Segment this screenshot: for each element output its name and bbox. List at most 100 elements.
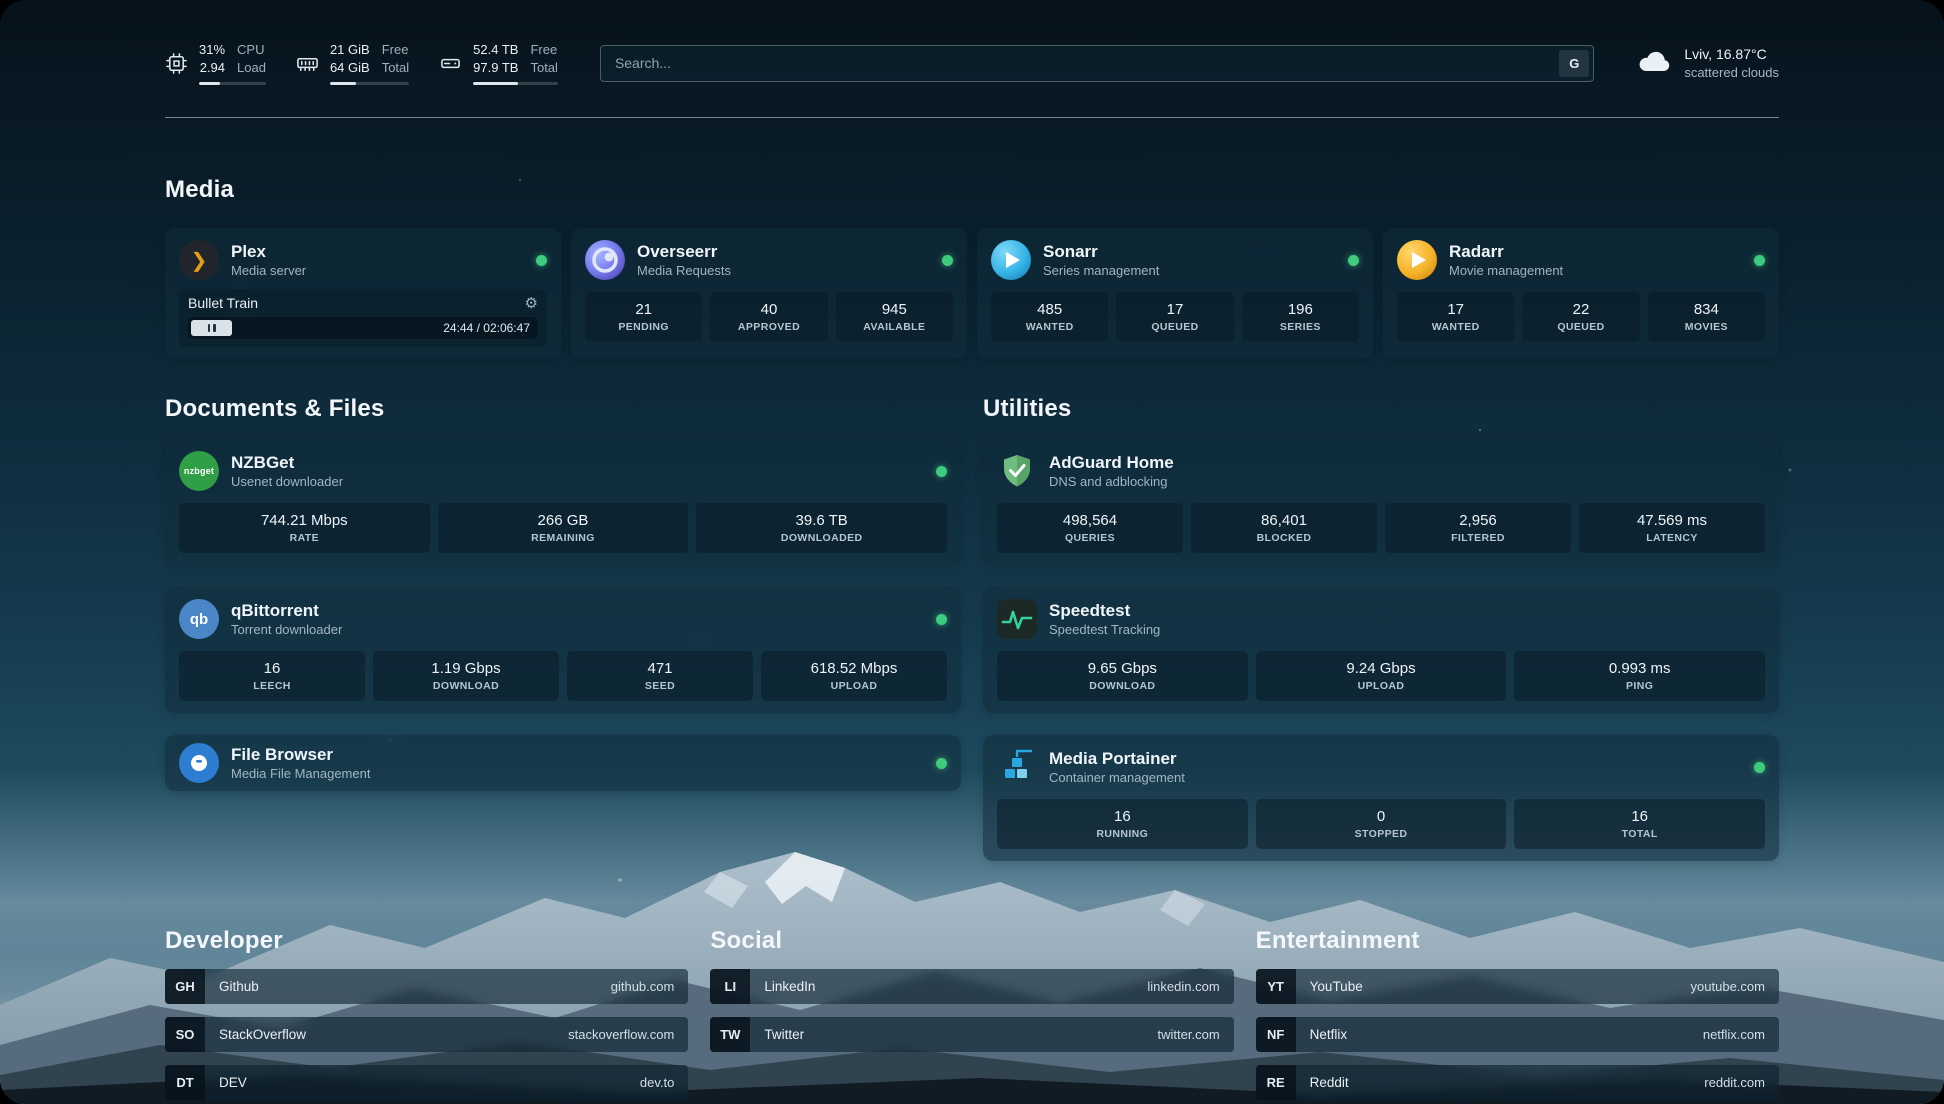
app-card-portainer[interactable]: Media Portainer Container management 16 …	[983, 735, 1779, 861]
stat-label: DOWNLOADED	[700, 532, 943, 544]
stat-value: 1.19 Gbps	[377, 660, 555, 677]
stat-label: MOVIES	[1652, 321, 1761, 333]
nzbget-icon: nzbget	[179, 451, 219, 491]
cpu-load-label: Load	[237, 59, 266, 77]
stat-filtered: 2,956 FILTERED	[1385, 503, 1571, 553]
stat-label: DOWNLOAD	[377, 680, 555, 692]
cpu-progress-bar	[199, 82, 266, 85]
stat-label: RUNNING	[1001, 828, 1244, 840]
app-card-speedtest[interactable]: Speedtest Speedtest Tracking 9.65 Gbps D…	[983, 587, 1779, 713]
utilities-section-title: Utilities	[983, 395, 1779, 423]
social-section-title: Social	[710, 927, 1233, 955]
playback-time: 24:44 / 02:06:47	[443, 321, 530, 335]
bookmark-url: github.com	[611, 979, 689, 994]
youtube-badge-icon: YT	[1256, 969, 1296, 1004]
stat-movies: 834 MOVIES	[1648, 292, 1765, 342]
stat-value: 9.24 Gbps	[1260, 660, 1503, 677]
app-card-overseerr[interactable]: Overseerr Media Requests 21 PENDING 40 A…	[571, 228, 967, 359]
bookmark-url: stackoverflow.com	[568, 1027, 688, 1042]
disk-metric: 52.4 TB 97.9 TB Free Total	[439, 41, 558, 84]
app-description: Movie management	[1449, 263, 1563, 280]
stat-value: 9.65 Gbps	[1001, 660, 1244, 677]
ram-free-label: Free	[382, 41, 409, 59]
stat-stopped: 0 STOPPED	[1256, 799, 1507, 849]
bookmark-youtube[interactable]: YT YouTube youtube.com	[1256, 969, 1779, 1004]
stat-rate: 744.21 Mbps RATE	[179, 503, 430, 553]
app-card-radarr[interactable]: Radarr Movie management 17 WANTED 22 QUE…	[1383, 228, 1779, 359]
bookmark-dev-to[interactable]: DT DEV dev.to	[165, 1065, 688, 1100]
cpu-icon	[165, 52, 188, 75]
disk-total-label: Total	[530, 59, 557, 77]
app-name: Plex	[231, 241, 306, 263]
stat-value: 2,956	[1389, 512, 1567, 529]
stat-value: 0	[1260, 808, 1503, 825]
app-card-plex[interactable]: ❯ Plex Media server Bullet Train ⚙	[165, 228, 561, 359]
pause-icon	[208, 324, 211, 332]
stat-download: 9.65 Gbps DOWNLOAD	[997, 651, 1248, 701]
ram-total-value: 64 GiB	[330, 59, 370, 77]
bookmark-linkedin[interactable]: LI LinkedIn linkedin.com	[710, 969, 1233, 1004]
app-description: Speedtest Tracking	[1049, 622, 1160, 639]
status-online-dot	[936, 614, 947, 625]
bookmark-name: LinkedIn	[750, 979, 815, 994]
search-input[interactable]	[600, 45, 1594, 82]
stat-value: 21	[589, 301, 698, 318]
app-card-adguard[interactable]: AdGuard Home DNS and adblocking 498,564 …	[983, 439, 1779, 565]
bookmark-reddit[interactable]: RE Reddit reddit.com	[1256, 1065, 1779, 1100]
app-description: Container management	[1049, 770, 1185, 787]
weather-widget: Lviv, 16.87°C scattered clouds	[1636, 45, 1779, 81]
app-card-nzbget[interactable]: nzbget NZBGet Usenet downloader 744.21 M…	[165, 439, 961, 565]
stat-value: 17	[1120, 301, 1229, 318]
bookmark-name: Netflix	[1296, 1027, 1348, 1042]
stat-upload: 9.24 Gbps UPLOAD	[1256, 651, 1507, 701]
stat-label: LATENCY	[1583, 532, 1761, 544]
stat-downloaded: 39.6 TB DOWNLOADED	[696, 503, 947, 553]
bookmark-twitter[interactable]: TW Twitter twitter.com	[710, 1017, 1233, 1052]
bookmark-name: Github	[205, 979, 259, 994]
stat-value: 834	[1652, 301, 1761, 318]
stat-value: 471	[571, 660, 749, 677]
stat-label: SEED	[571, 680, 749, 692]
playback-progress-bar[interactable]: 24:44 / 02:06:47	[188, 317, 538, 339]
stat-value: 196	[1246, 301, 1355, 318]
now-playing-title: Bullet Train	[188, 295, 258, 311]
linkedin-badge-icon: LI	[710, 969, 750, 1004]
bookmark-stackoverflow[interactable]: SO StackOverflow stackoverflow.com	[165, 1017, 688, 1052]
app-description: DNS and adblocking	[1049, 474, 1174, 491]
app-name: File Browser	[231, 744, 370, 766]
stat-wanted: 485 WANTED	[991, 292, 1108, 342]
stat-download: 1.19 Gbps DOWNLOAD	[373, 651, 559, 701]
header-divider	[165, 117, 1779, 118]
weather-condition: scattered clouds	[1684, 64, 1779, 82]
status-online-dot	[1348, 255, 1359, 266]
app-name: Speedtest	[1049, 600, 1160, 622]
app-card-filebrowser[interactable]: File Browser Media File Management	[165, 735, 961, 791]
bookmark-name: Reddit	[1296, 1075, 1349, 1090]
dashboard-root: 31% 2.94 CPU Load	[0, 0, 1944, 1104]
bookmark-github[interactable]: GH Github github.com	[165, 969, 688, 1004]
stat-value: 86,401	[1195, 512, 1373, 529]
stat-label: QUEUED	[1526, 321, 1635, 333]
disk-total-value: 97.9 TB	[473, 59, 518, 77]
stat-label: FILTERED	[1389, 532, 1567, 544]
bookmark-netflix[interactable]: NF Netflix netflix.com	[1256, 1017, 1779, 1052]
stat-label: QUEUED	[1120, 321, 1229, 333]
bookmark-url: netflix.com	[1703, 1027, 1779, 1042]
playback-fill	[191, 320, 232, 336]
app-description: Media File Management	[231, 766, 370, 783]
ram-free-value: 21 GiB	[330, 41, 370, 59]
cpu-metric: 31% 2.94 CPU Load	[165, 41, 266, 84]
settings-gear-icon[interactable]: ⚙	[525, 296, 538, 311]
bookmark-name: DEV	[205, 1075, 247, 1090]
app-card-sonarr[interactable]: Sonarr Series management 485 WANTED 17 Q…	[977, 228, 1373, 359]
cpu-label: CPU	[237, 41, 264, 59]
app-name: Overseerr	[637, 241, 731, 263]
ram-total-label: Total	[382, 59, 409, 77]
qbittorrent-icon: qb	[179, 599, 219, 639]
stat-remaining: 266 GB REMAINING	[438, 503, 689, 553]
media-section-title: Media	[165, 176, 1779, 204]
bookmark-url: twitter.com	[1158, 1027, 1234, 1042]
stat-total: 16 TOTAL	[1514, 799, 1765, 849]
search-engine-button[interactable]: G	[1559, 50, 1589, 77]
app-card-qbittorrent[interactable]: qb qBittorrent Torrent downloader 16 LEE…	[165, 587, 961, 713]
